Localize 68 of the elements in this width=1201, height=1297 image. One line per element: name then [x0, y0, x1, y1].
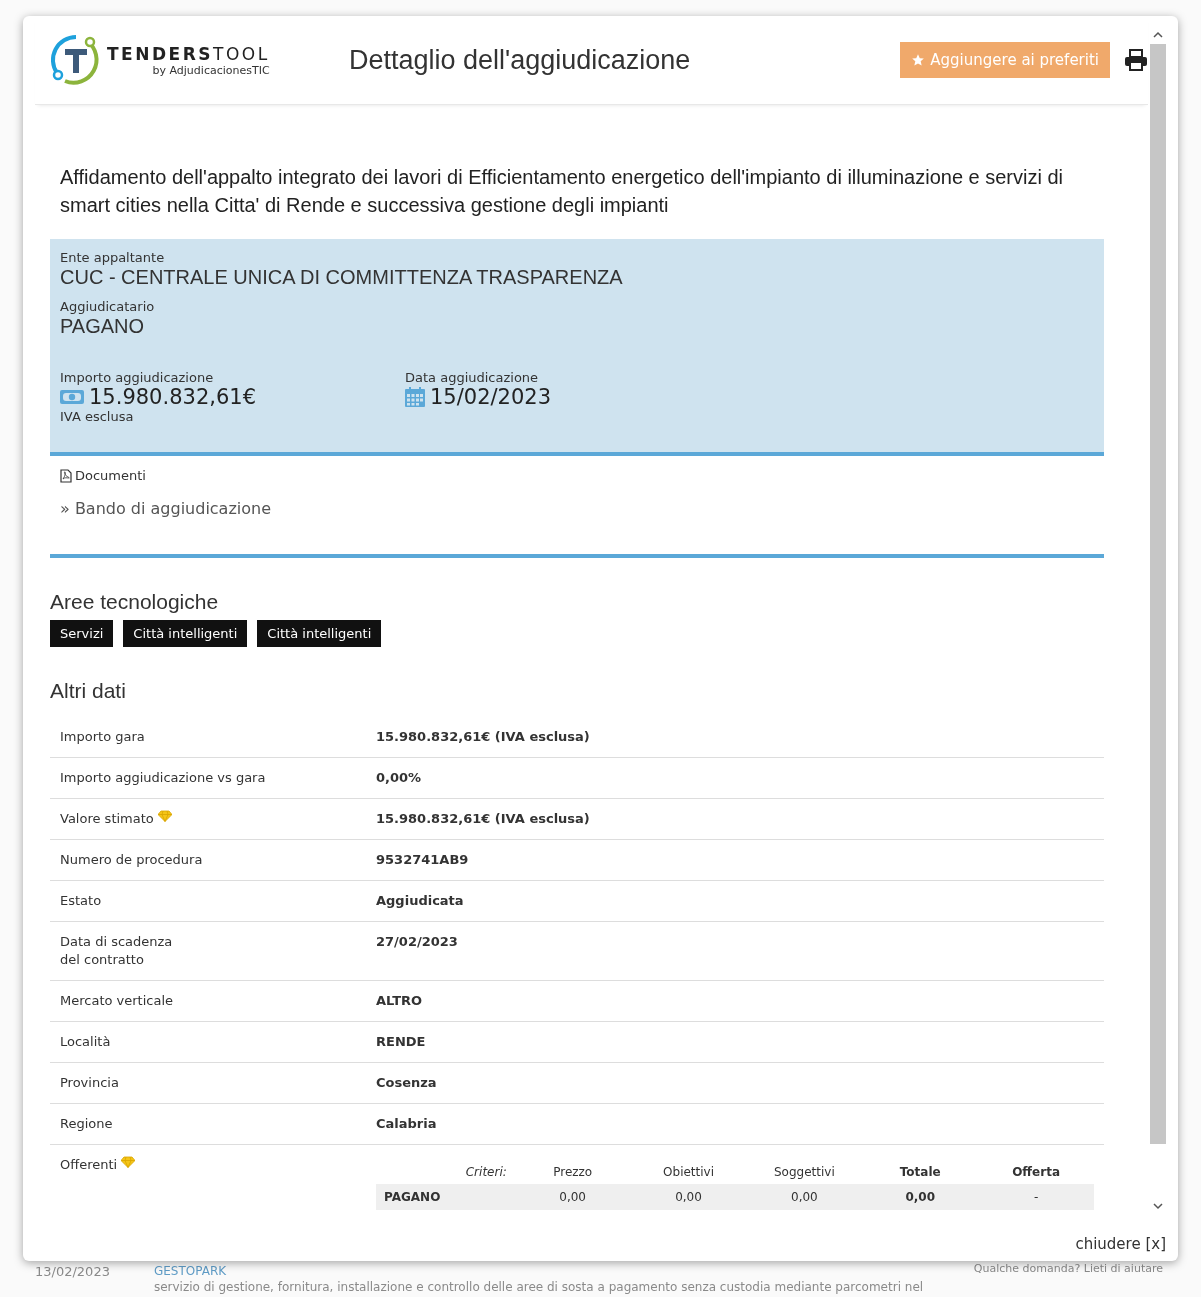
bidder-name: PAGANO: [383, 1190, 442, 1204]
logo-wordmark: TENDERSTOOL: [107, 43, 270, 64]
column-header: Soggettivi: [773, 1165, 836, 1179]
row-value: Aggiudicata: [376, 892, 464, 910]
row-value: Calabria: [376, 1115, 437, 1133]
star-icon: [911, 53, 926, 67]
score-cell-text: 0,00: [904, 1190, 937, 1204]
diamond-icon: [157, 810, 172, 822]
row-label: Importo gara: [60, 728, 145, 746]
row-value: RENDE: [376, 1033, 426, 1051]
tag: Servizi: [50, 620, 114, 647]
row-value: 0,00%: [376, 769, 422, 787]
row-label: Valore stimato: [60, 810, 154, 828]
row-label: Offerenti: [60, 1156, 118, 1174]
row-label: Data di scadenza del contratto: [60, 933, 173, 969]
row-value: Cosenza: [376, 1074, 437, 1092]
tender-title: Affidamento dell'appalto integrato dei lavori di Efficientamento energetico dell'impianto di illuminazione e servizi di smart cities nella Citta' di Rende e successiva gestione degli impianti: [60, 165, 1065, 218]
row-description: servizio di gestione, fornitura, installazione e controllo delle aree di sosta a pagamento senza custodia mediante parcometri nel: [153, 1280, 924, 1294]
score-cell-text: -: [1032, 1190, 1040, 1204]
diamond-icon: [121, 1156, 136, 1168]
column-header: Obiettivi: [662, 1165, 716, 1179]
column-header: Totale: [898, 1165, 942, 1179]
column-header: Offerta: [1011, 1165, 1061, 1179]
row-label: Regione: [60, 1115, 113, 1133]
row-label: Località: [60, 1033, 111, 1051]
section-heading: Altri dati: [50, 679, 127, 703]
scroll-up-icon[interactable]: [1153, 31, 1163, 39]
field-label: Data aggiudicazione: [405, 370, 540, 385]
score-cell-text: 0,00: [790, 1190, 819, 1204]
documents-label: Documenti: [75, 468, 146, 483]
banknote-icon: [60, 389, 84, 405]
add-favorite-button[interactable]: Aggiungere ai preferiti: [900, 42, 1110, 78]
row-label: Estato: [60, 892, 102, 910]
field-label: Aggiudicatario: [60, 299, 156, 314]
print-icon[interactable]: [1124, 49, 1148, 71]
dialog-title: Dettaglio dell'aggiudicazione: [349, 44, 692, 76]
chat-prompt[interactable]: Qualche domanda? Lieti di aiutare: [973, 1262, 1163, 1275]
calendar-icon: [405, 387, 425, 407]
field-value: PAGANO: [60, 315, 146, 338]
logo-byline: by AdjudicacionesTIC: [152, 63, 270, 77]
document-link[interactable]: » Bando di aggiudicazione: [60, 499, 1094, 518]
tag: Città intelligenti: [123, 620, 248, 647]
row-label: Provincia: [60, 1074, 119, 1092]
field-label: Ente appaltante: [60, 250, 166, 265]
row-date: 13/02/2023: [35, 1264, 110, 1281]
vat-note: IVA esclusa: [60, 409, 135, 424]
company-link[interactable]: GESTOPARK: [153, 1264, 227, 1278]
row-label: Numero de procedura: [60, 851, 203, 869]
tag: Città intelligenti: [257, 620, 382, 647]
row-value: 9532741AB9: [376, 851, 469, 869]
field-label: Importo aggiudicazione: [60, 370, 215, 385]
criteria-label: Criteri:: [464, 1165, 508, 1179]
row-label: Mercato verticale: [60, 992, 174, 1010]
row-value: 15.980.832,61€ (IVA esclusa): [376, 810, 590, 828]
scroll-down-icon[interactable]: [1153, 1202, 1163, 1210]
row-value: 15.980.832,61€ (IVA esclusa): [376, 728, 590, 746]
award-amount: 15.980.832,61€: [89, 385, 256, 409]
score-cell-text: 0,00: [558, 1190, 587, 1204]
row-label: Importo aggiudicazione vs gara: [60, 769, 266, 787]
award-date: 15/02/2023: [430, 385, 552, 409]
section-heading: Aree tecnologiche: [50, 590, 220, 614]
close-link[interactable]: chiudere [x]: [1075, 1235, 1166, 1253]
row-value: ALTRO: [376, 992, 423, 1010]
column-header: Prezzo: [552, 1165, 594, 1179]
score-cell-text: 0,00: [674, 1190, 703, 1204]
pdf-file-icon: [60, 468, 72, 483]
field-value: CUC - CENTRALE UNICA DI COMMITTENZA TRASPARENZA: [60, 266, 624, 289]
row-value: 27/02/2023: [376, 933, 458, 951]
